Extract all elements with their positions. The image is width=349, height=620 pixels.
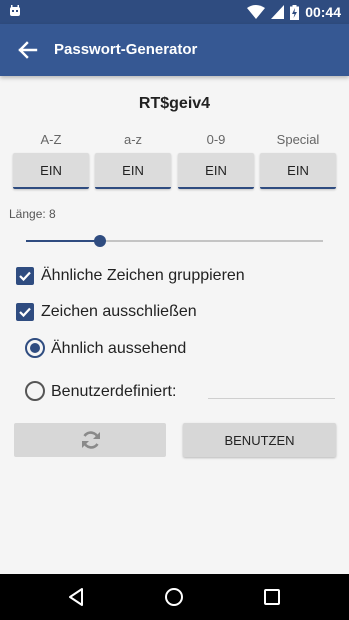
signal-icon	[271, 5, 285, 19]
length-slider-fill	[26, 240, 100, 242]
exclude-chars-label[interactable]: Zeichen ausschließen	[41, 303, 197, 321]
app-bar: Passwort-Generator	[0, 24, 349, 76]
custom-label[interactable]: Benutzerdefiniert:	[51, 383, 176, 401]
charset-label-lowercase: a-z	[123, 132, 143, 147]
group-similar-checkbox[interactable]	[16, 267, 34, 285]
status-clock: 00:44	[305, 4, 341, 20]
group-similar-label[interactable]: Ähnliche Zeichen gruppieren	[41, 267, 245, 285]
wifi-icon	[247, 5, 266, 19]
radio-dot	[30, 343, 40, 353]
refresh-icon	[82, 431, 100, 449]
length-slider[interactable]	[26, 235, 323, 247]
custom-radio[interactable]	[25, 381, 45, 401]
check-icon	[19, 271, 31, 282]
charset-label-digits: 0-9	[206, 132, 226, 147]
lowercase-toggle-button[interactable]: EIN	[95, 153, 171, 189]
recents-square-icon[interactable]	[262, 587, 282, 607]
status-bar: 00:44	[0, 0, 349, 24]
similar-looking-radio[interactable]	[25, 338, 45, 358]
android-icon	[10, 5, 20, 16]
page-title: Passwort-Generator	[54, 41, 198, 58]
battery-charging-icon	[290, 4, 300, 20]
system-nav-bar	[0, 574, 349, 620]
uppercase-toggle-button[interactable]: EIN	[13, 153, 89, 189]
digits-toggle-button[interactable]: EIN	[178, 153, 254, 189]
length-label: Länge: 8	[9, 207, 56, 221]
charset-label-special: Special	[276, 132, 320, 147]
home-circle-icon[interactable]	[164, 587, 184, 607]
similar-looking-label[interactable]: Ähnlich aussehend	[51, 340, 186, 358]
refresh-button[interactable]	[14, 423, 166, 457]
back-triangle-icon[interactable]	[67, 587, 87, 607]
generated-password: RT$geiv4	[138, 95, 211, 112]
charset-label-uppercase: A-Z	[40, 132, 62, 147]
special-toggle-button[interactable]: EIN	[260, 153, 336, 189]
exclude-chars-checkbox[interactable]	[16, 303, 34, 321]
check-icon	[19, 307, 31, 318]
length-slider-thumb[interactable]	[94, 235, 106, 247]
arrow-left-icon[interactable]	[16, 39, 38, 61]
use-button[interactable]: BENUTZEN	[183, 423, 336, 457]
custom-chars-input[interactable]	[208, 397, 335, 399]
